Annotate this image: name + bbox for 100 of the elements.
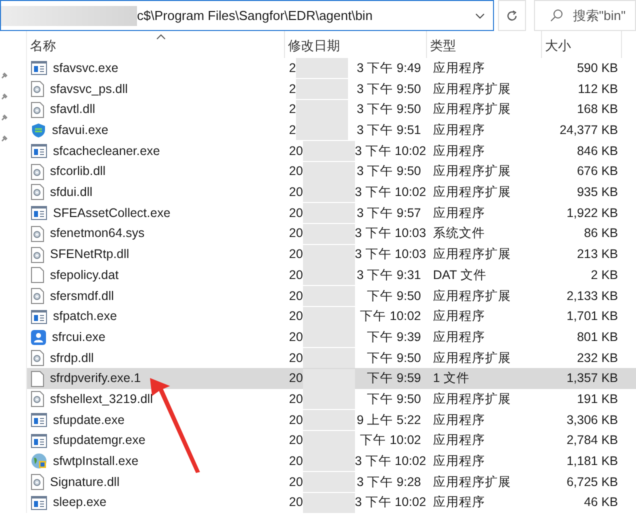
file-row[interactable]: sfavui.exe 2 3 下午 9:51 应用程序 24,377 KB: [27, 120, 636, 141]
file-size: 1,701 KB: [566, 308, 619, 326]
blurred-redaction: [302, 368, 355, 389]
modified-time: 3 下午 10:03: [354, 246, 428, 264]
column-header[interactable]: 名称: [27, 31, 285, 58]
file-row[interactable]: sfersmdf.dll 20 下午 9:50 应用程序扩展 2,133 KB: [27, 286, 636, 306]
file-name: SFEAssetCollect.exe: [53, 204, 170, 222]
modified-time: 下午 9:39: [367, 328, 422, 346]
modified-time: 3 下午 9:50: [356, 163, 422, 180]
modified-time: 3 下午 9:49: [356, 60, 422, 77]
file-row[interactable]: sfcachecleaner.exe 20 3 下午 10:02 应用程序 846 KB: [27, 140, 636, 162]
chevron-down-icon[interactable]: [475, 12, 485, 18]
file-row[interactable]: sfenetmon64.sys 20 3 下午 10:03 系统文件 86 KB: [27, 224, 636, 244]
app-window-icon: [31, 144, 47, 158]
file-size: 801 KB: [576, 328, 619, 346]
gear-document-icon: [31, 102, 44, 118]
file-name: sfdui.dll: [50, 184, 92, 202]
file-row[interactable]: sleep.exe 20 3 下午 10:02 应用程序 46 KB: [27, 492, 636, 514]
file-type: 应用程序: [432, 142, 486, 160]
gear-document-icon: [31, 474, 44, 490]
file-type: 应用程序扩展: [432, 184, 512, 202]
date-fragment: 20: [289, 142, 303, 160]
address-bar[interactable]: c$\Program Files\Sangfor\EDR\agent\bin: [0, 0, 494, 31]
user-icon: [31, 330, 46, 345]
sort-caret-icon: [156, 34, 166, 40]
file-row[interactable]: sfcorlib.dll 20 3 下午 9:50 应用程序扩展 676 KB: [27, 161, 636, 182]
file-row[interactable]: sfavsvc_ps.dll 2 3 下午 9:50 应用程序扩展 112 KB: [27, 78, 636, 100]
blurred-redaction: [302, 244, 355, 265]
file-size: 2,133 KB: [566, 288, 619, 305]
search-field[interactable]: 搜索"bin": [534, 0, 636, 31]
file-row[interactable]: sfdui.dll 20 3 下午 10:02 应用程序扩展 935 KB: [27, 182, 636, 203]
blurred-redaction: [296, 100, 348, 120]
blurred-redaction: [302, 162, 355, 182]
address-path: c$\Program Files\Sangfor\EDR\agent\bin: [137, 6, 373, 25]
file-type: 应用程序扩展: [432, 390, 512, 408]
file-size: 213 KB: [576, 246, 619, 264]
date-fragment: 2: [289, 101, 296, 118]
gear-document-icon: [31, 184, 44, 200]
file-type: 应用程序扩展: [432, 350, 512, 367]
date-fragment: 20: [289, 390, 303, 408]
file-name: sfrdpverify.exe.1: [50, 370, 141, 388]
file-row[interactable]: sfrdpverify.exe.1 20 下午 9:59 1 文件 1,357 KB: [27, 368, 636, 389]
file-type: 应用程序: [432, 412, 486, 429]
blank-document-icon: [31, 370, 44, 387]
file-row[interactable]: Signature.dll 20 3 下午 9:28 应用程序扩展 6,725 KB: [27, 472, 636, 492]
file-name: sfavsvc_ps.dll: [50, 80, 128, 98]
app-window-icon: [31, 434, 47, 448]
pin-icon[interactable]: [1, 135, 8, 142]
date-fragment: 20: [289, 370, 303, 388]
file-name: sfcachecleaner.exe: [53, 142, 160, 160]
file-name: sfshellext_3219.dll: [50, 390, 153, 408]
column-header[interactable]: 类型: [427, 31, 542, 58]
file-name: sfupdatemgr.exe: [53, 432, 146, 450]
gear-document-icon: [31, 164, 44, 180]
file-row[interactable]: sfavsvc.exe 2 3 下午 9:49 应用程序 590 KB: [27, 58, 636, 79]
date-fragment: 20: [289, 432, 303, 450]
modified-time: 3 下午 9:50: [356, 101, 422, 118]
date-fragment: 20: [289, 328, 303, 346]
shield-icon: [31, 122, 46, 138]
file-name: sfwtpInstall.exe: [53, 453, 138, 470]
column-header[interactable]: 大小: [542, 31, 622, 58]
file-name: sfrdp.dll: [50, 350, 94, 367]
date-fragment: 20: [289, 266, 303, 284]
file-row[interactable]: sfavtl.dll 2 3 下午 9:50 应用程序扩展 168 KB: [27, 99, 636, 120]
modified-time: 下午 10:02: [360, 432, 422, 450]
gear-document-icon: [31, 288, 44, 304]
file-name: sfrcui.exe: [52, 328, 106, 346]
file-row[interactable]: sfpatch.exe 20 下午 10:02 应用程序 1,701 KB: [27, 306, 636, 327]
date-fragment: 20: [289, 225, 303, 242]
gear-document-icon: [31, 391, 44, 408]
pin-icon[interactable]: [1, 93, 8, 100]
pin-icon[interactable]: [1, 114, 8, 121]
globe-icon: [31, 453, 47, 470]
file-type: 应用程序扩展: [432, 163, 512, 180]
file-row[interactable]: sfepolicy.dat 20 3 下午 9:31 DAT 文件 2 KB: [27, 264, 636, 286]
blurred-redaction: [302, 327, 355, 348]
file-row[interactable]: sfshellext_3219.dll 20 下午 9:50 应用程序扩展 191 KB: [27, 389, 636, 410]
file-name: sfcorlib.dll: [50, 163, 106, 180]
date-fragment: 20: [289, 494, 303, 512]
date-fragment: 20: [289, 288, 303, 305]
blurred-redaction: [302, 410, 355, 430]
date-fragment: 20: [289, 163, 303, 180]
file-type: 1 文件: [432, 370, 470, 388]
file-row[interactable]: sfwtpInstall.exe 20 3 下午 10:02 应用程序 1,181 KB: [27, 451, 636, 472]
file-row[interactable]: SFENetRtp.dll 20 3 下午 10:03 应用程序扩展 213 KB: [27, 244, 636, 265]
blurred-redaction: [302, 203, 355, 224]
file-size: 232 KB: [576, 350, 619, 367]
modified-time: 下午 9:50: [367, 350, 422, 367]
blurred-redaction: [302, 472, 355, 492]
pin-icon[interactable]: [1, 72, 8, 79]
file-row[interactable]: sfupdatemgr.exe 20 下午 10:02 应用程序 2,784 KB: [27, 430, 636, 452]
refresh-button[interactable]: [498, 0, 526, 31]
file-row[interactable]: sfupdate.exe 20 9 上午 5:22 应用程序 3,306 KB: [27, 410, 636, 430]
file-row[interactable]: sfrcui.exe 20 下午 9:39 应用程序 801 KB: [27, 326, 636, 348]
file-row[interactable]: SFEAssetCollect.exe 20 3 下午 9:57 应用程序 1,922 KB: [27, 202, 636, 224]
file-type: 系统文件: [432, 225, 486, 242]
file-row[interactable]: sfrdp.dll 20 下午 9:50 应用程序扩展 232 KB: [27, 348, 636, 368]
file-size: 112 KB: [576, 80, 619, 98]
file-type: 应用程序: [432, 432, 486, 450]
file-name: sfersmdf.dll: [50, 288, 114, 305]
